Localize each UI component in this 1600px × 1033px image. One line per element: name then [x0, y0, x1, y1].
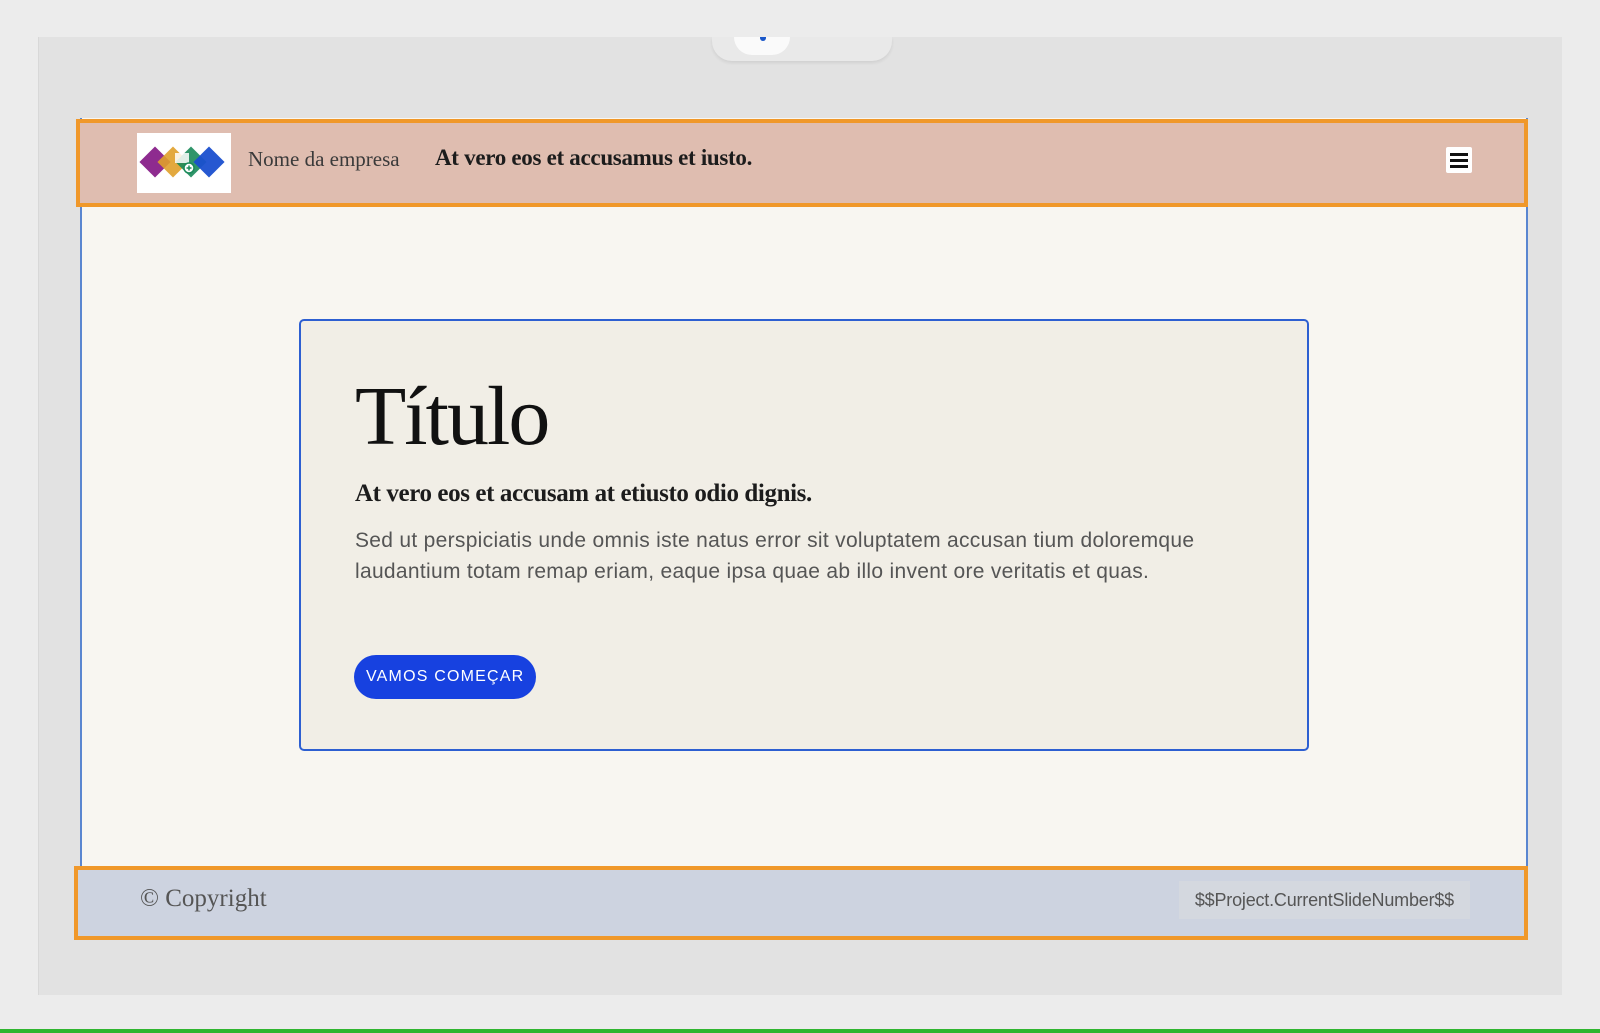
get-started-button[interactable]: VAMOS COMEÇAR	[354, 655, 537, 699]
header-tagline: At vero eos et accusamus et iusto.	[435, 145, 753, 170]
top-toolbar-tab[interactable]	[712, 37, 892, 61]
slide-header[interactable]: Nome da empresa At vero eos et accusamus…	[76, 119, 1528, 207]
bottom-divider	[0, 1029, 1600, 1033]
hero-card: Título At vero eos et accusam at etiusto…	[299, 319, 1309, 751]
company-name: Nome da empresa	[248, 147, 400, 171]
slide-footer[interactable]: © Copyright $$Project.CurrentSlideNumber…	[74, 866, 1528, 940]
hamburger-menu-icon[interactable]	[1446, 147, 1472, 173]
company-logo	[137, 133, 231, 193]
toolbar-handle-icon[interactable]	[734, 37, 790, 55]
copyright-text: © Copyright	[140, 885, 267, 912]
hero-subtitle: At vero eos et accusam at etiusto odio d…	[355, 480, 812, 507]
slide-number-field: $$Project.CurrentSlideNumber$$	[1178, 881, 1470, 919]
hero-title: Título	[355, 370, 550, 463]
hero-body-text: Sed ut perspiciatis unde omnis iste natu…	[355, 529, 1195, 583]
